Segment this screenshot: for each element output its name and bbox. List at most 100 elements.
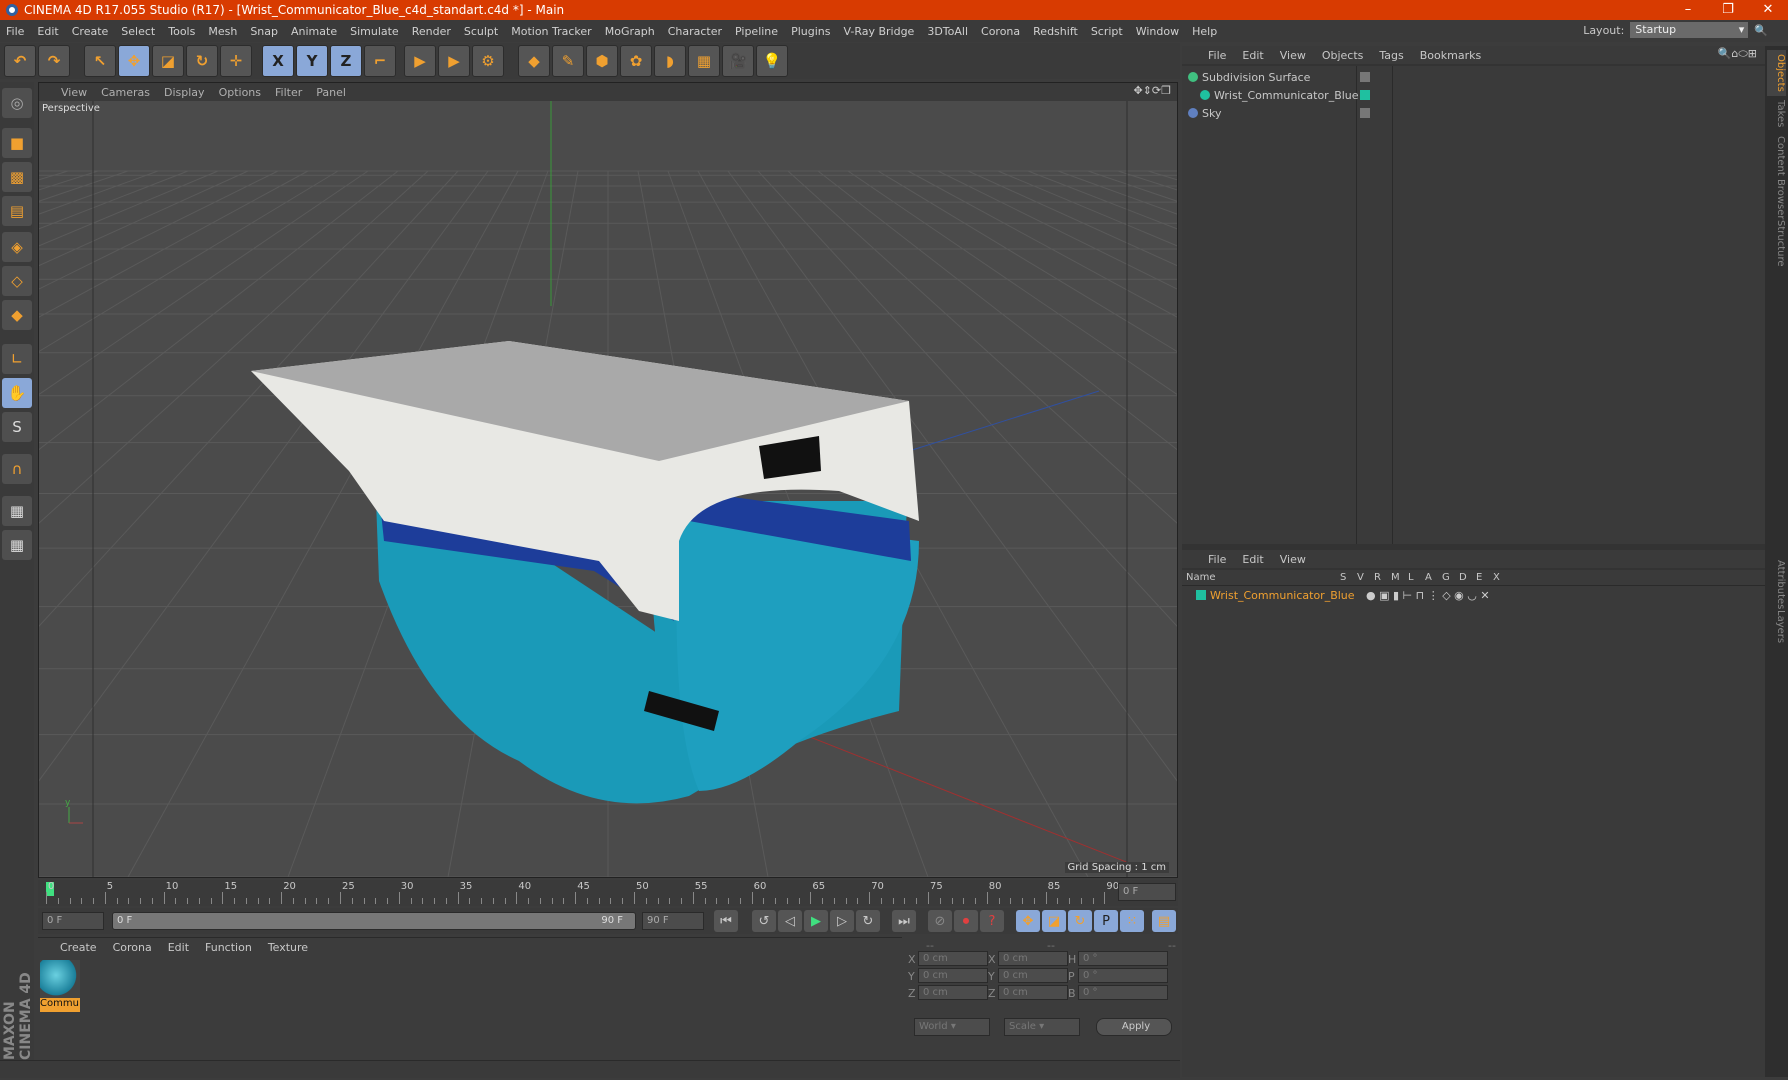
key-scale-icon[interactable]: ◪: [1042, 910, 1066, 932]
key-pla-icon[interactable]: ⁙: [1120, 910, 1144, 932]
object-row[interactable]: Subdivision Surface: [1188, 68, 1310, 86]
matmenu-item-texture[interactable]: Texture: [268, 941, 308, 954]
viewport-nav-icons[interactable]: ✥⇕⟳❐: [1133, 84, 1171, 97]
redo-icon[interactable]: ↷: [38, 45, 70, 77]
coordinate-system-icon[interactable]: ⌐: [364, 45, 396, 77]
matmenu-item-edit[interactable]: Edit: [168, 941, 189, 954]
matmenu-item-corona[interactable]: Corona: [113, 941, 152, 954]
record-keys-icon[interactable]: ⊘: [928, 910, 952, 932]
objects-toolbar-icons[interactable]: 🔍⌂⬭⊞: [1718, 47, 1757, 61]
deformer-icon[interactable]: ◗: [654, 45, 686, 77]
floor-icon[interactable]: ▦: [688, 45, 720, 77]
objmenu-item-view[interactable]: View: [1280, 49, 1306, 62]
object-row[interactable]: Sky: [1188, 104, 1221, 122]
go-to-start-icon[interactable]: ⏮: [714, 910, 738, 932]
key-position-icon[interactable]: ✥: [1016, 910, 1040, 932]
polygons-mode-icon[interactable]: ◆: [2, 300, 32, 330]
coord-field-c[interactable]: 0 °: [1078, 985, 1168, 1000]
workplane-icon[interactable]: ▤: [2, 196, 32, 226]
viewport-perspective[interactable]: View Cameras Display Options Filter Panel ✥⇕⟳…: [38, 82, 1178, 878]
subdivision-icon[interactable]: ⬢: [586, 45, 618, 77]
magnet-icon[interactable]: ∩: [2, 454, 32, 484]
axis-icon[interactable]: ∟: [2, 344, 32, 374]
objmenu-item-bookmarks[interactable]: Bookmarks: [1420, 49, 1481, 62]
menu-tools[interactable]: Tools: [168, 25, 195, 38]
timeline-window-icon[interactable]: ▤: [1152, 910, 1176, 932]
menu-character[interactable]: Character: [668, 25, 722, 38]
object-tag-swatch[interactable]: [1360, 90, 1370, 100]
object-tag-swatch[interactable]: [1360, 108, 1370, 118]
render-picture-icon[interactable]: ▶: [438, 45, 470, 77]
menu-mograph[interactable]: MoGraph: [605, 25, 655, 38]
objmenu-item-file[interactable]: File: [1208, 49, 1226, 62]
camera-icon[interactable]: 🎥: [722, 45, 754, 77]
laymenu-item-view[interactable]: View: [1280, 553, 1306, 566]
coord-field-a[interactable]: 0 cm: [918, 968, 988, 983]
play-icon[interactable]: ▶: [804, 910, 828, 932]
minimize-button[interactable]: –: [1668, 0, 1708, 20]
search-icon[interactable]: 🔍: [1754, 24, 1768, 37]
lock-grid-icon[interactable]: ▦: [2, 496, 32, 526]
menu-help[interactable]: Help: [1192, 25, 1217, 38]
move-icon[interactable]: ✥: [118, 45, 150, 77]
close-button[interactable]: ✕: [1748, 0, 1788, 20]
menu-pipeline[interactable]: Pipeline: [735, 25, 778, 38]
points-mode-icon[interactable]: ◈: [2, 232, 32, 262]
cube-icon[interactable]: ◆: [518, 45, 550, 77]
snap-icon[interactable]: S: [2, 412, 32, 442]
key-parameter-icon[interactable]: P: [1094, 910, 1118, 932]
menu-v-ray-bridge[interactable]: V-Ray Bridge: [843, 25, 914, 38]
coord-field-c[interactable]: 0 °: [1078, 968, 1168, 983]
model-mode-icon[interactable]: ◎: [2, 88, 32, 118]
scale-icon[interactable]: ◪: [152, 45, 184, 77]
pen-icon[interactable]: ✎: [552, 45, 584, 77]
layer-row[interactable]: Wrist_Communicator_Blue ● ▣ ▮ ⊢ ⊓ ⋮ ◇ ◉ …: [1196, 586, 1490, 604]
menu-script[interactable]: Script: [1091, 25, 1123, 38]
menu-render[interactable]: Render: [412, 25, 451, 38]
layout-dropdown[interactable]: Startup ▾: [1630, 22, 1749, 38]
frame-range-slider[interactable]: 0 F 90 F: [112, 912, 636, 930]
coord-field-b[interactable]: 0 cm: [998, 951, 1068, 966]
autokey-icon[interactable]: ⏺: [954, 910, 978, 932]
coord-field-b[interactable]: 0 cm: [998, 985, 1068, 1000]
menu-mesh[interactable]: Mesh: [208, 25, 237, 38]
matmenu-item-create[interactable]: Create: [60, 941, 97, 954]
next-key-icon[interactable]: ↻: [856, 910, 880, 932]
objmenu-item-tags[interactable]: Tags: [1379, 49, 1403, 62]
apply-button[interactable]: Apply: [1096, 1018, 1172, 1036]
select-icon[interactable]: ↖: [84, 45, 116, 77]
material-swatch[interactable]: Commu: [40, 960, 80, 1012]
texture-mode-icon[interactable]: ▩: [2, 162, 32, 192]
menu-create[interactable]: Create: [72, 25, 109, 38]
side-tab-attributes[interactable]: Attributes: [1767, 556, 1786, 613]
key-rotation-icon[interactable]: ↻: [1068, 910, 1092, 932]
side-tab-structure[interactable]: Structure: [1767, 216, 1786, 271]
previous-frame-icon[interactable]: ◁: [778, 910, 802, 932]
menu-motion-tracker[interactable]: Motion Tracker: [511, 25, 591, 38]
laymenu-item-edit[interactable]: Edit: [1242, 553, 1263, 566]
coord-field-a[interactable]: 0 cm: [918, 985, 988, 1000]
menu-animate[interactable]: Animate: [291, 25, 337, 38]
render-view-icon[interactable]: ▶: [404, 45, 436, 77]
keyframe-selection-icon[interactable]: ?: [980, 910, 1004, 932]
start-frame-field[interactable]: 0 F: [42, 912, 104, 930]
menu-corona[interactable]: Corona: [981, 25, 1020, 38]
undo-icon[interactable]: ↶: [4, 45, 36, 77]
layer-toggle-icons[interactable]: ● ▣ ▮ ⊢ ⊓ ⋮ ◇ ◉ ◡ ✕: [1366, 589, 1490, 602]
grid-icon[interactable]: ▦: [2, 530, 32, 560]
vpmenu-item-options[interactable]: Options: [219, 86, 261, 99]
timeline-ruler[interactable]: 0 5 10 15 20 25 30 35 40 45 50 55 60 65 70 75 80 85 90 0 F: [38, 880, 1178, 906]
tweak-icon[interactable]: ✋: [2, 378, 32, 408]
scale-dropdown[interactable]: Scale ▾: [1004, 1018, 1080, 1036]
object-tag-swatch[interactable]: [1360, 72, 1370, 82]
end-frame-field[interactable]: 90 F: [642, 912, 704, 930]
array-icon[interactable]: ✿: [620, 45, 652, 77]
menu-3dtoall[interactable]: 3DToAll: [927, 25, 968, 38]
menu-redshift[interactable]: Redshift: [1033, 25, 1078, 38]
laymenu-item-file[interactable]: File: [1208, 553, 1226, 566]
world-dropdown[interactable]: World ▾: [914, 1018, 990, 1036]
edges-mode-icon[interactable]: ◇: [2, 266, 32, 296]
menu-window[interactable]: Window: [1136, 25, 1179, 38]
y-axis-icon[interactable]: Y: [296, 45, 328, 77]
objmenu-item-objects[interactable]: Objects: [1322, 49, 1364, 62]
